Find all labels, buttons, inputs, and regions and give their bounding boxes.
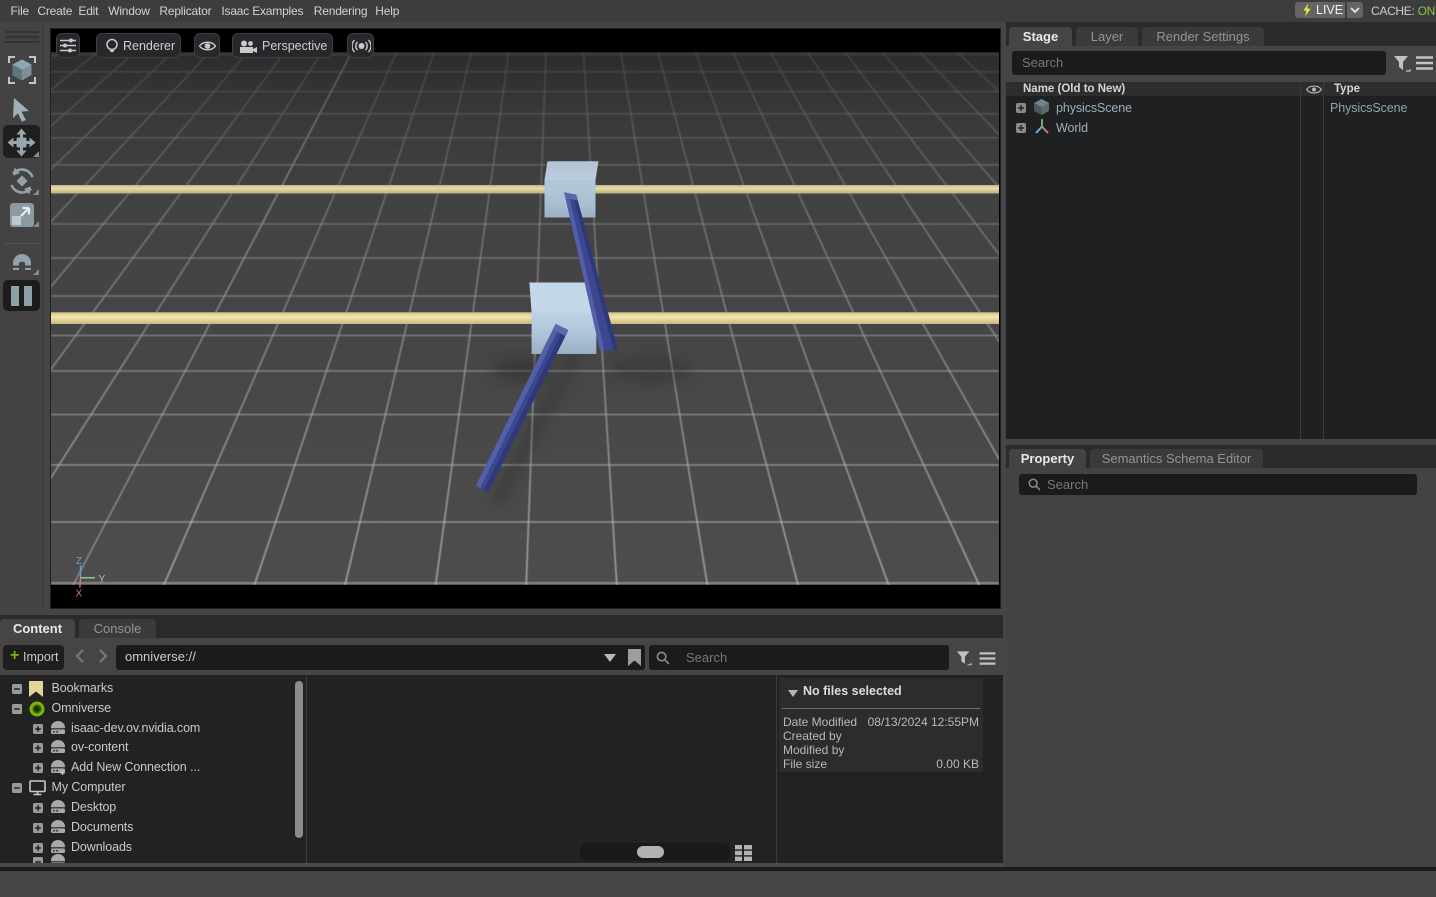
- svg-text:X: X: [76, 589, 83, 600]
- svg-text:Z: Z: [76, 556, 82, 567]
- svg-text:Y: Y: [99, 574, 106, 585]
